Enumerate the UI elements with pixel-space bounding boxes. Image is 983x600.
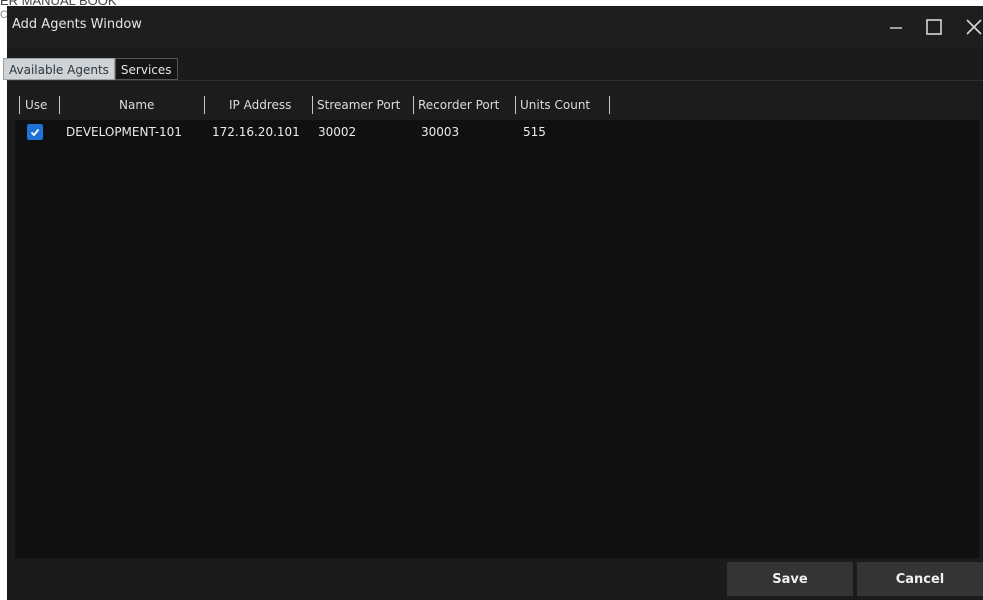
grid-header: Use Name IP Address Streamer Port Record…: [15, 90, 979, 120]
column-separator[interactable]: [515, 96, 516, 114]
column-separator[interactable]: [204, 96, 205, 114]
column-separator[interactable]: [19, 96, 20, 114]
cell-ip-address: 172.16.20.101: [212, 125, 300, 139]
table-row[interactable]: DEVELOPMENT-101 172.16.20.101 30002 3000…: [15, 120, 979, 144]
use-checkbox[interactable]: [27, 124, 43, 140]
window-title: Add Agents Window: [12, 17, 142, 32]
cancel-button[interactable]: Cancel: [857, 562, 983, 596]
column-separator[interactable]: [413, 96, 414, 114]
cell-units-count: 515: [523, 125, 546, 139]
cell-recorder-port: 30003: [421, 125, 460, 139]
column-header-units-count[interactable]: Units Count: [520, 90, 590, 120]
column-header-name[interactable]: Name: [119, 90, 154, 120]
agents-grid: Use Name IP Address Streamer Port Record…: [15, 90, 979, 558]
close-icon: [966, 19, 982, 35]
column-separator[interactable]: [609, 96, 610, 114]
cell-name: DEVELOPMENT-101: [66, 125, 182, 139]
column-header-recorder-port[interactable]: Recorder Port: [418, 90, 499, 120]
dialog-footer: Save Cancel: [7, 558, 983, 600]
close-button[interactable]: [961, 14, 983, 40]
minimize-icon: [890, 27, 902, 29]
checkmark-icon: [30, 128, 40, 137]
maximize-icon: [926, 19, 942, 35]
maximize-button[interactable]: [921, 14, 947, 40]
tab-divider: [7, 80, 983, 81]
column-separator[interactable]: [312, 96, 313, 114]
cell-streamer-port: 30002: [318, 125, 357, 139]
save-button[interactable]: Save: [727, 562, 853, 596]
column-header-ip-address[interactable]: IP Address: [229, 90, 291, 120]
title-bar[interactable]: Add Agents Window: [7, 6, 983, 48]
tab-strip: Available Agents Services: [3, 58, 178, 80]
tab-available-agents[interactable]: Available Agents: [3, 58, 115, 80]
minimize-button[interactable]: [883, 14, 909, 40]
column-separator[interactable]: [59, 96, 60, 114]
tab-services[interactable]: Services: [114, 58, 178, 80]
add-agents-window: Add Agents Window Available Agents Servi…: [3, 6, 983, 600]
column-header-streamer-port[interactable]: Streamer Port: [317, 90, 400, 120]
column-header-use[interactable]: Use: [25, 90, 47, 120]
